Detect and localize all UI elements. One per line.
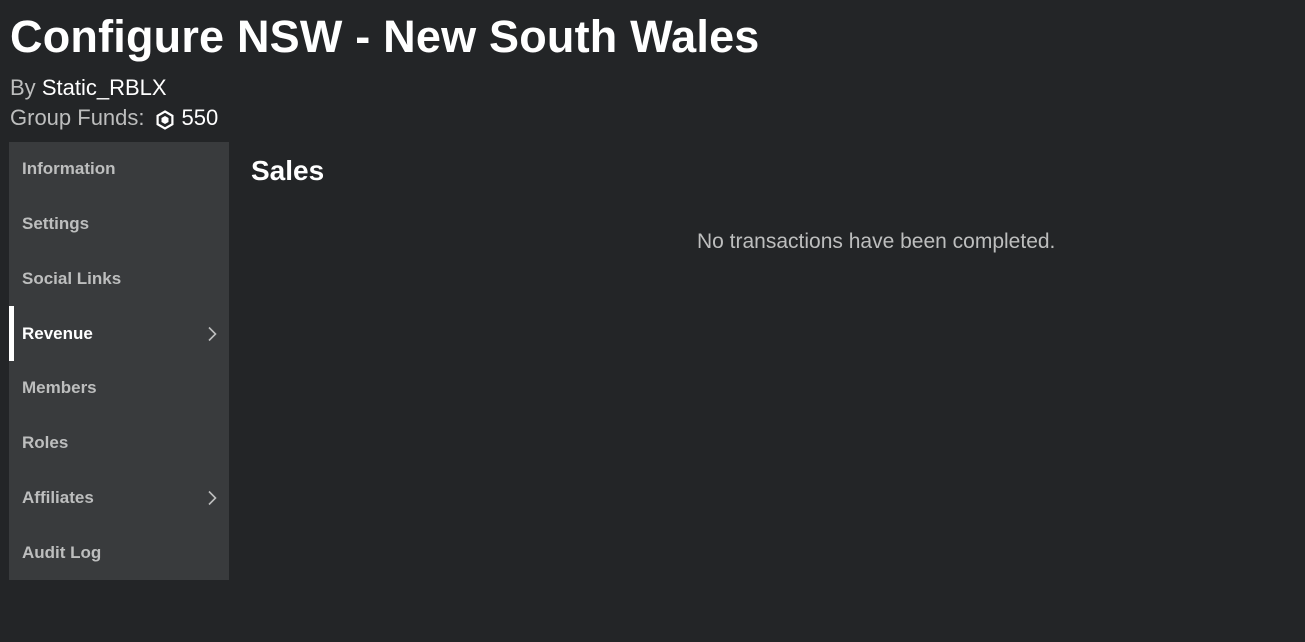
sidebar-item-affiliates[interactable]: Affiliates [9, 471, 229, 526]
sidebar-item-label: Social Links [22, 268, 122, 288]
funds-amount: 550 [181, 105, 219, 130]
owner-link[interactable]: Static_RBLX [42, 75, 167, 100]
funds-label: Group Funds: [10, 105, 145, 130]
sidebar-item-audit-log[interactable]: Audit Log [9, 525, 229, 580]
sidebar-item-settings[interactable]: Settings [9, 197, 229, 252]
sidebar-item-label: Information [22, 159, 116, 179]
sidebar-item-label: Revenue [22, 323, 93, 343]
sidebar-item-information[interactable]: Information [9, 142, 229, 197]
section-title: Sales [251, 155, 325, 186]
page-title: Configure NSW - New South Wales [10, 11, 760, 62]
sidebar-item-label: Affiliates [22, 487, 94, 507]
sidebar-item-label: Roles [22, 433, 69, 453]
robux-icon [155, 109, 175, 130]
group-funds: Group Funds: 550 [10, 104, 218, 132]
sidebar-item-label: Settings [22, 214, 90, 234]
sidebar-item-members[interactable]: Members [9, 361, 229, 416]
sidebar-item-revenue[interactable]: Revenue [9, 306, 229, 361]
chevron-right-icon [207, 490, 217, 506]
sidebar-item-roles[interactable]: Roles [9, 416, 229, 471]
sidebar-item-social-links[interactable]: Social Links [9, 252, 229, 307]
sidebar-item-label: Audit Log [22, 542, 102, 562]
empty-state-message: No transactions have been completed. [697, 230, 1056, 253]
configure-sidebar: Information Settings Social Links Revenu… [9, 142, 229, 580]
by-label: By [10, 75, 36, 100]
sidebar-item-label: Members [22, 378, 97, 398]
group-configure-page: Configure NSW - New South Wales By Stati… [0, 0, 1305, 642]
chevron-right-icon [207, 326, 217, 342]
group-owner-line: By Static_RBLX [10, 74, 167, 102]
